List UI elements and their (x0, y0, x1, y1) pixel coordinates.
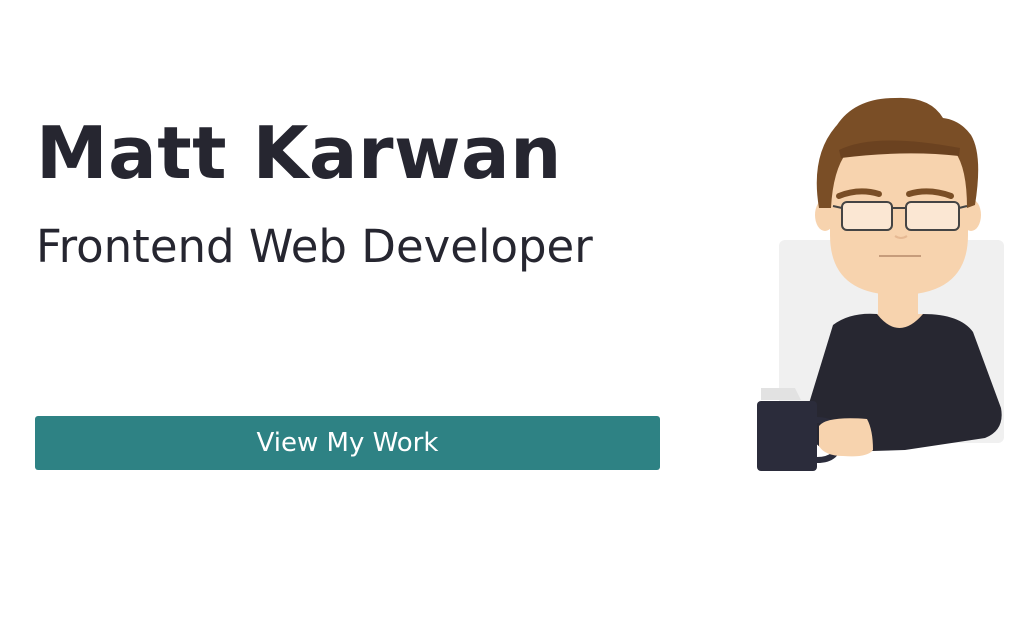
avatar-glasses-left (841, 201, 893, 231)
hero-name: Matt Karwan (36, 111, 562, 195)
hero-section: Matt Karwan Frontend Web Developer View … (0, 0, 1033, 627)
hero-role: Frontend Web Developer (36, 220, 593, 273)
view-my-work-label: View My Work (256, 428, 439, 458)
avatar-glasses-right (905, 201, 960, 231)
avatar-ledge (761, 388, 801, 400)
coffee-mug-icon (757, 401, 817, 471)
avatar-hand (819, 418, 873, 457)
developer-avatar-illustration (757, 97, 1004, 471)
view-my-work-button[interactable]: View My Work (35, 416, 660, 470)
